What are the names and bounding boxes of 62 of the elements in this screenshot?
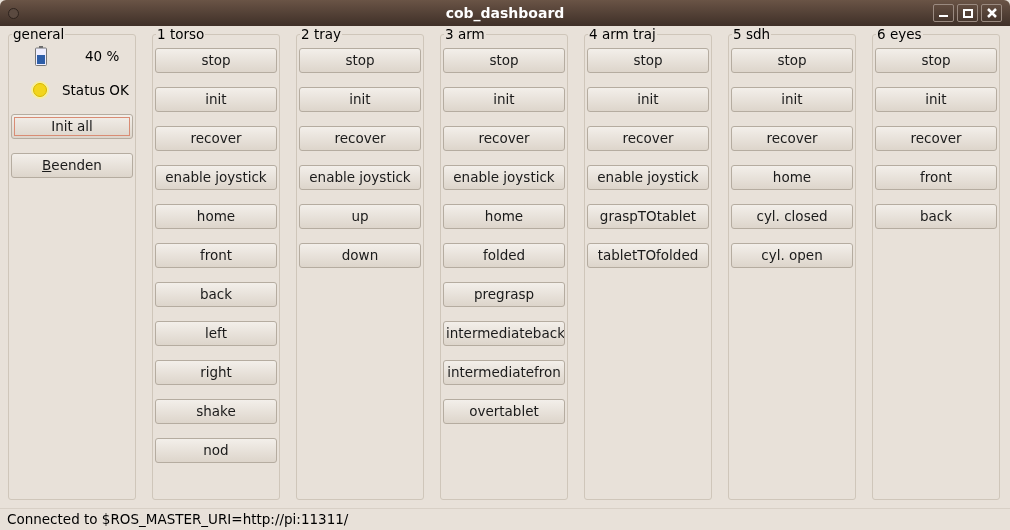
command-button[interactable]: stop [155,48,277,73]
command-button[interactable]: recover [443,126,565,151]
command-button[interactable]: back [155,282,277,307]
command-button[interactable]: init [299,87,421,112]
command-button[interactable]: graspTOtablet [587,204,709,229]
command-button[interactable]: recover [875,126,997,151]
command-button[interactable]: shake [155,399,277,424]
command-button[interactable]: enable joystick [155,165,277,190]
command-button[interactable]: stop [299,48,421,73]
group-title: 3 arm [444,26,486,42]
command-button[interactable]: intermediatefron [443,360,565,385]
command-button[interactable]: cyl. closed [731,204,853,229]
command-button[interactable]: overtablet [443,399,565,424]
command-button[interactable]: enable joystick [587,165,709,190]
command-button[interactable]: recover [155,126,277,151]
command-button[interactable]: stop [587,48,709,73]
command-button[interactable]: front [875,165,997,190]
command-button[interactable]: recover [587,126,709,151]
battery-icon [35,46,47,66]
command-button[interactable]: init [875,87,997,112]
command-button[interactable]: folded [443,243,565,268]
command-button[interactable]: home [443,204,565,229]
sun-icon [30,80,50,100]
group-title: 1 torso [156,26,206,42]
command-button[interactable]: down [299,243,421,268]
group-title: 2 tray [300,26,342,42]
command-button[interactable]: nod [155,438,277,463]
group-title: 6 eyes [876,26,923,42]
command-button[interactable]: home [155,204,277,229]
command-button[interactable]: tabletTOfolded [587,243,709,268]
general-button[interactable]: Beenden [11,153,133,178]
command-button[interactable]: recover [731,126,853,151]
group-title: 4 arm traj [588,26,657,42]
close-icon [986,8,997,18]
group-title: 5 sdh [732,26,772,42]
command-button[interactable]: right [155,360,277,385]
command-button[interactable]: up [299,204,421,229]
window-title: cob_dashboard [445,3,565,24]
command-button[interactable]: init [443,87,565,112]
command-button[interactable]: left [155,321,277,346]
command-button[interactable]: front [155,243,277,268]
minimize-button[interactable] [933,4,954,22]
command-button[interactable]: home [731,165,853,190]
command-button[interactable]: enable joystick [299,165,421,190]
command-button[interactable]: init [731,87,853,112]
command-button[interactable]: cyl. open [731,243,853,268]
command-button[interactable]: stop [443,48,565,73]
status-text: Status OK [62,80,129,100]
command-button[interactable]: init [587,87,709,112]
general-button[interactable]: Init all [11,114,133,139]
command-button[interactable]: stop [875,48,997,73]
command-button[interactable]: pregrasp [443,282,565,307]
battery-reading: 40 % [85,46,120,66]
maximize-button[interactable] [957,4,978,22]
command-button[interactable]: init [155,87,277,112]
status-message: Connected to $ROS_MASTER_URI=http://pi:11311/ [7,510,349,530]
command-button[interactable]: recover [299,126,421,151]
group-title: general [12,26,66,42]
command-button[interactable]: enable joystick [443,165,565,190]
close-button[interactable] [981,4,1002,22]
command-button[interactable]: back [875,204,997,229]
command-button[interactable]: stop [731,48,853,73]
